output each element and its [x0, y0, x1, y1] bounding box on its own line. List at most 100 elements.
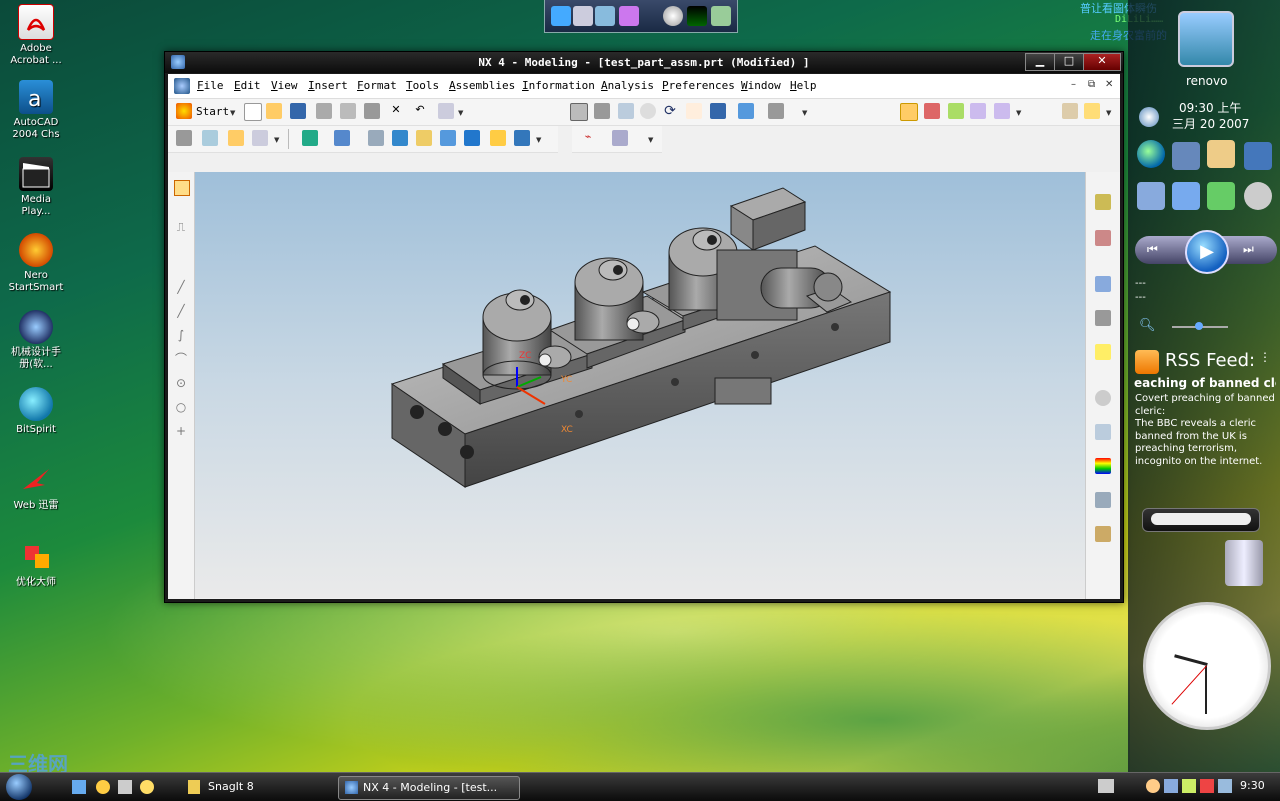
start-icon[interactable] — [176, 103, 192, 119]
roles-icon[interactable] — [1095, 526, 1111, 542]
extrude-icon[interactable] — [334, 130, 350, 146]
start-orb-icon[interactable] — [6, 774, 32, 800]
tube-icon[interactable]: ⎍ — [174, 220, 188, 234]
notes-input[interactable] — [1151, 513, 1251, 525]
quick-launch-ie-icon[interactable] — [96, 780, 110, 794]
desktop-icon-thunder[interactable]: Web 迅雷 — [4, 463, 68, 512]
paste-icon[interactable] — [364, 103, 380, 119]
desktop-icon-mechanical-handbook[interactable]: 机械设计手 册(软... — [4, 310, 68, 371]
filter-dropdown-icon[interactable]: ▼ — [458, 109, 463, 117]
curve-dropdown-icon[interactable]: ▼ — [648, 136, 653, 144]
undo-icon[interactable]: ↶ — [412, 103, 428, 119]
menu-preferences[interactable]: Preferences — [662, 79, 735, 92]
process-studio-icon[interactable] — [1095, 492, 1111, 508]
line2-icon[interactable]: ╱ — [174, 304, 188, 318]
select-icon[interactable] — [174, 180, 190, 196]
menu-analysis[interactable]: Analysis — [601, 79, 654, 92]
help-icon[interactable] — [1095, 344, 1111, 360]
volume-search-icon[interactable]: 🔍︎ — [1139, 318, 1156, 333]
menu-tools[interactable]: Tools — [406, 79, 439, 92]
close-button[interactable]: ✕ — [1083, 53, 1121, 71]
users-icon[interactable] — [619, 6, 639, 26]
file-icon[interactable] — [573, 6, 593, 26]
graphics-viewport[interactable]: ZC YC XC — [195, 172, 1085, 598]
point-plus-icon[interactable]: + — [174, 424, 188, 438]
desktop-icon-bitspirit[interactable]: BitSpirit — [4, 387, 68, 436]
tray-network-icon[interactable] — [1164, 779, 1178, 793]
view-dropdown-icon[interactable]: ▼ — [802, 109, 807, 117]
render-style-icon[interactable] — [738, 103, 754, 119]
network-icon[interactable] — [551, 6, 571, 26]
magnify-icon[interactable] — [640, 103, 656, 119]
desktop-icon-acrobat[interactable]: Adobe Acrobat ... — [4, 4, 68, 67]
menu-view[interactable]: View — [271, 79, 298, 92]
desktop-icon-autocad[interactable]: a AutoCAD 2004 Chs — [4, 80, 68, 141]
contacts-icon[interactable] — [1207, 182, 1235, 210]
menu-format[interactable]: Format — [357, 79, 397, 92]
menu-file[interactable]: File — [197, 79, 224, 92]
doc-restore-button[interactable]: ⧉ — [1088, 79, 1095, 90]
point-icon[interactable] — [948, 103, 964, 119]
start-dropdown-icon[interactable]: ▼ — [230, 109, 235, 117]
arc-icon[interactable]: ⌒ — [174, 352, 188, 366]
doc-minimize-button[interactable]: – — [1071, 79, 1076, 90]
boss-icon[interactable] — [440, 130, 456, 146]
feature-dropdown-icon[interactable]: ▼ — [536, 136, 541, 144]
measure-icon[interactable] — [1062, 103, 1078, 119]
computer-icon[interactable] — [1172, 142, 1200, 170]
curve-edit-icon[interactable] — [612, 130, 628, 146]
hole-icon[interactable] — [416, 130, 432, 146]
spline-icon[interactable]: ∫ — [174, 328, 188, 342]
tool2-icon[interactable] — [994, 103, 1010, 119]
view-orient-icon[interactable] — [710, 103, 726, 119]
minimize-button[interactable]: ▁ — [1025, 53, 1055, 71]
system-materials-icon[interactable] — [1095, 424, 1111, 440]
display-icon[interactable] — [1172, 182, 1200, 210]
cut-icon[interactable] — [316, 103, 332, 119]
circle-icon[interactable]: ○ — [174, 400, 188, 414]
rss-headline[interactable]: eaching of banned cle — [1134, 376, 1276, 390]
search-icon[interactable] — [1244, 182, 1272, 210]
line-icon[interactable]: ╱ — [174, 280, 188, 294]
curve-icon[interactable]: ⌁ — [580, 130, 596, 146]
snap-dropdown-icon[interactable]: ▼ — [1016, 109, 1021, 117]
tray-security-icon[interactable] — [1182, 779, 1196, 793]
color-palette-icon[interactable] — [1095, 458, 1111, 474]
user-avatar[interactable] — [1178, 11, 1234, 67]
tray-volume-icon[interactable] — [1218, 779, 1232, 793]
maximize-button[interactable]: □ — [1054, 53, 1084, 71]
rss-menu-icon[interactable]: ⋮ — [1259, 350, 1271, 364]
control-panel-icon[interactable] — [595, 6, 615, 26]
menu-help[interactable]: Help — [790, 79, 817, 92]
switch-windows-icon[interactable] — [118, 780, 132, 794]
training-icon[interactable] — [1095, 310, 1111, 326]
part-icon[interactable] — [228, 130, 244, 146]
copy-icon[interactable] — [340, 103, 356, 119]
rss-item[interactable]: Covert preaching of banned cleric: The B… — [1135, 393, 1275, 468]
nx-app-icon[interactable] — [171, 55, 185, 69]
history-icon[interactable] — [1095, 390, 1111, 406]
play-button[interactable]: ▶ — [1185, 230, 1229, 274]
select-snap-icon[interactable] — [900, 103, 918, 121]
desktop-icon-nero[interactable]: Nero StartSmart — [4, 233, 68, 294]
groove-icon[interactable] — [514, 130, 530, 146]
performance-graph-icon[interactable] — [687, 6, 707, 26]
gauge-icon[interactable] — [663, 6, 683, 26]
delete-icon[interactable]: ✕ — [388, 103, 404, 119]
menu-edit[interactable]: Edit — [234, 79, 261, 92]
network-computer-icon[interactable] — [1244, 142, 1272, 170]
zoom-window-icon[interactable] — [594, 103, 610, 119]
annotation-icon[interactable] — [1084, 103, 1100, 119]
pen-tablet-icon[interactable] — [1137, 182, 1165, 210]
back-arrow-icon[interactable] — [1139, 107, 1159, 127]
constraint-icon[interactable] — [924, 103, 940, 119]
tray-clock[interactable]: 9:30 — [1240, 779, 1265, 792]
layer-icon[interactable] — [202, 130, 218, 146]
document-icon[interactable] — [174, 78, 190, 94]
slot-icon[interactable] — [490, 130, 506, 146]
pocket-icon[interactable] — [464, 130, 480, 146]
revolve-icon[interactable] — [368, 130, 384, 146]
background-icon[interactable] — [768, 103, 784, 119]
sketch-icon[interactable] — [302, 130, 318, 146]
save-icon[interactable] — [290, 103, 306, 119]
